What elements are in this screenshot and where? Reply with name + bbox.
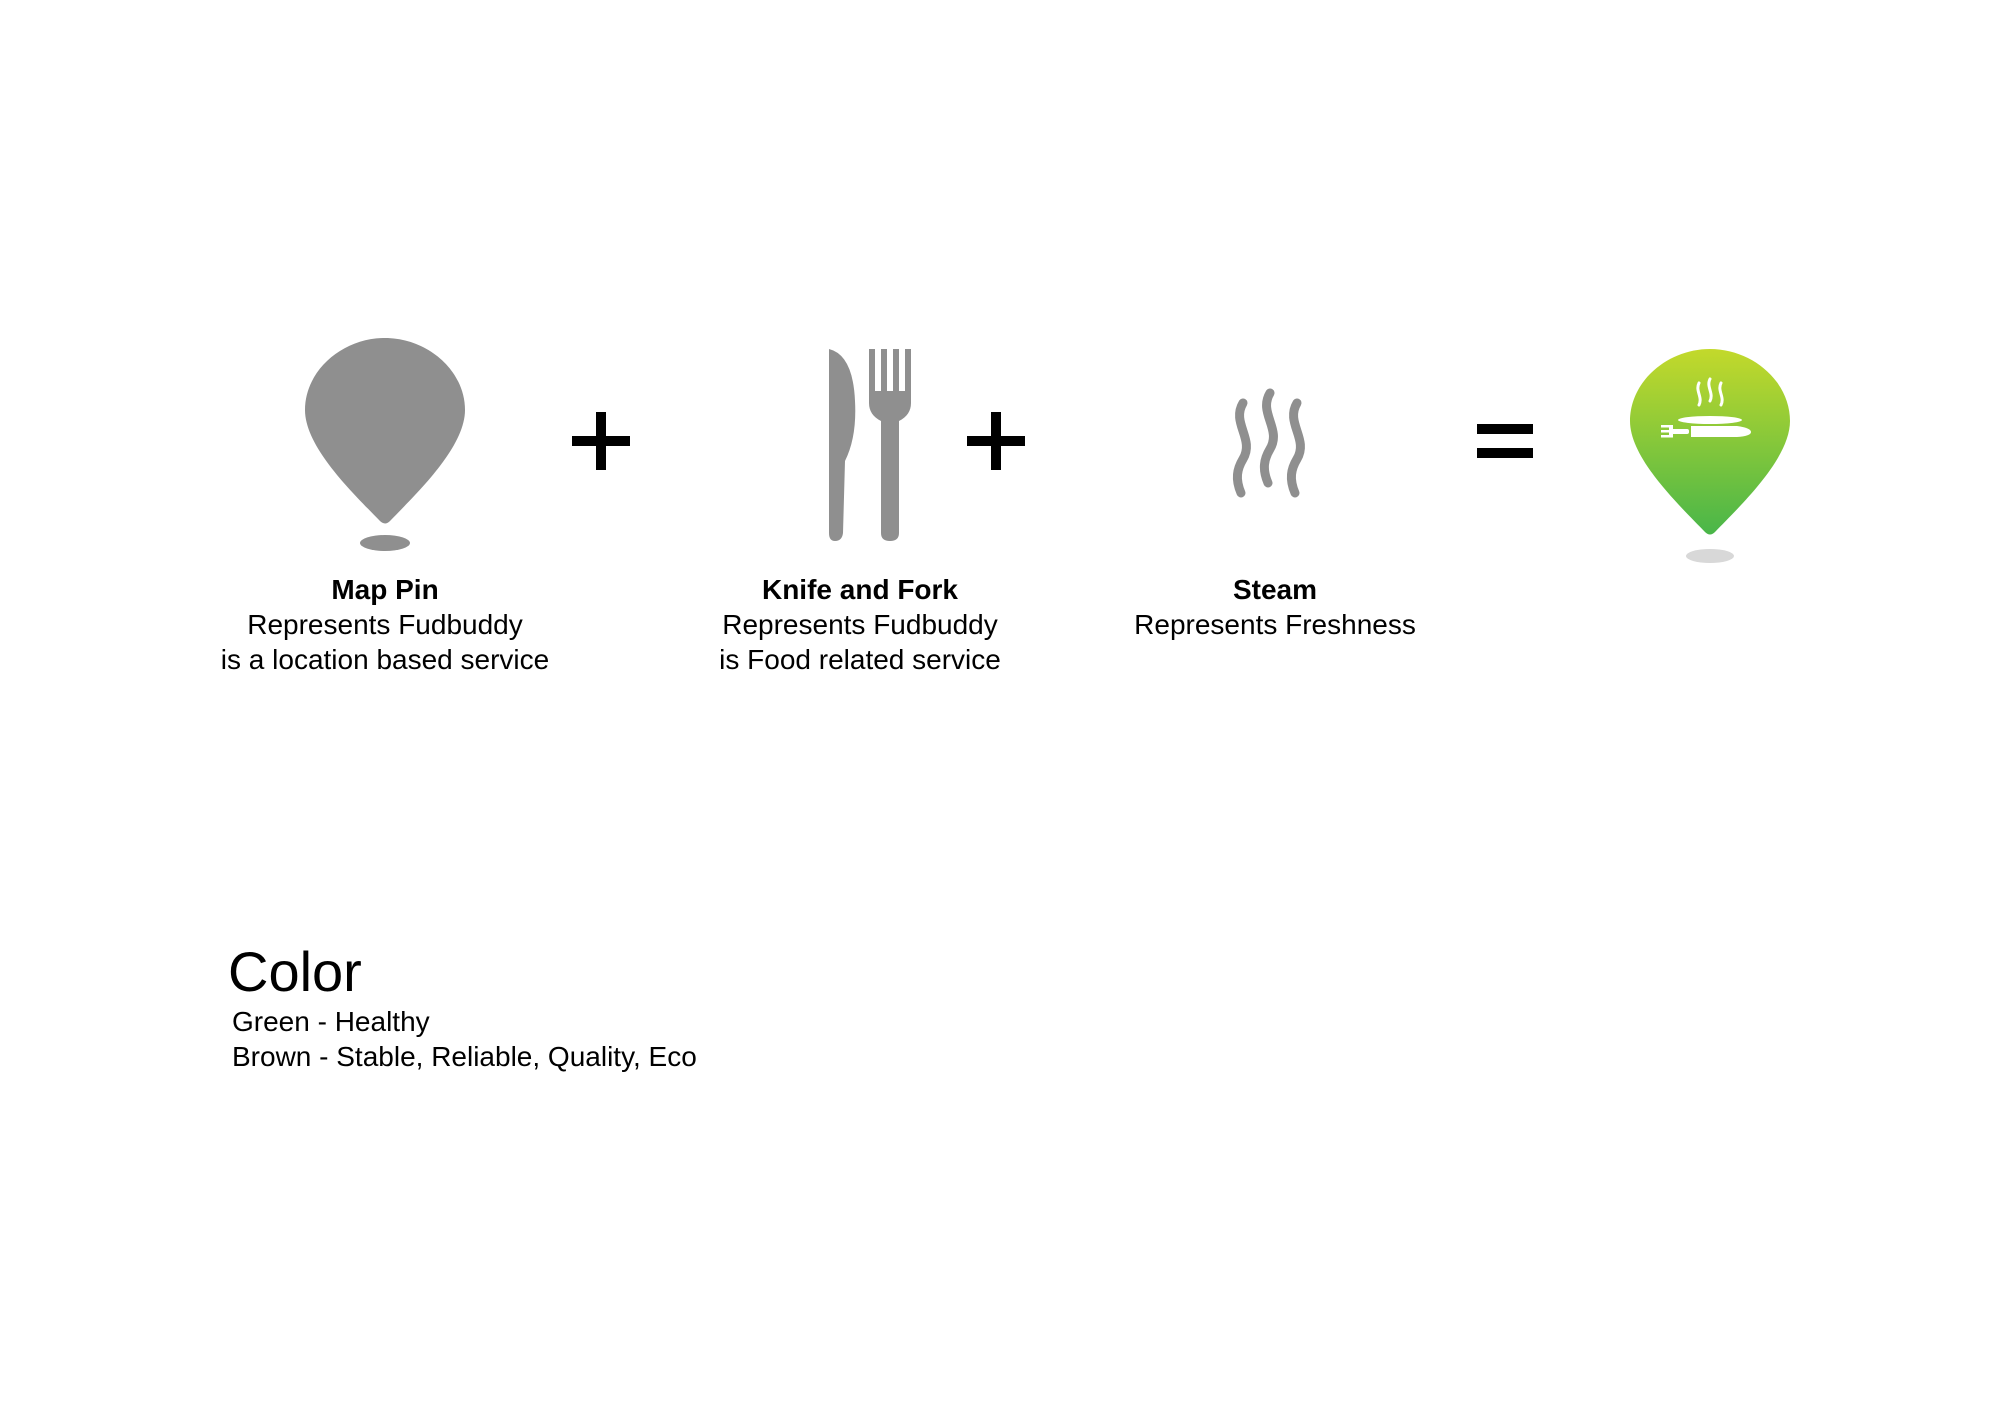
fudbuddy-logo-icon [1630,349,1790,563]
knife-and-fork-icon [829,349,911,541]
steam-icon [1232,388,1305,498]
component-description-line: Represents Fudbuddy [247,609,523,640]
equals-icon [1477,424,1533,458]
component-title: Steam [1232,574,1318,605]
component-title: Map Pin [331,574,439,605]
map-pin-caption: Map Pin Represents Fudbuddy is a locatio… [155,572,615,677]
map-pin-icon [305,338,465,551]
color-meaning-brown: Brown - Stable, Reliable, Quality, Eco [232,1041,697,1072]
color-section: Color Green - Healthy Brown - Stable, Re… [228,940,697,1074]
component-description-line: is a location based service [220,644,550,675]
knife-and-fork-caption: Knife and Fork Represents Fudbuddy is Fo… [630,572,1090,677]
plus-icon [572,412,630,470]
color-heading: Color [228,940,362,1003]
component-description-line: Represents Freshness [1134,609,1416,640]
steam-caption: Steam Represents Freshness [1045,572,1505,642]
component-description-line: Represents Fudbuddy [722,609,998,640]
color-meaning-green: Green - Healthy [232,1006,430,1037]
component-description-line: is Food related service [719,644,1001,675]
plus-icon [967,412,1025,470]
component-title: Knife and Fork [761,574,958,605]
